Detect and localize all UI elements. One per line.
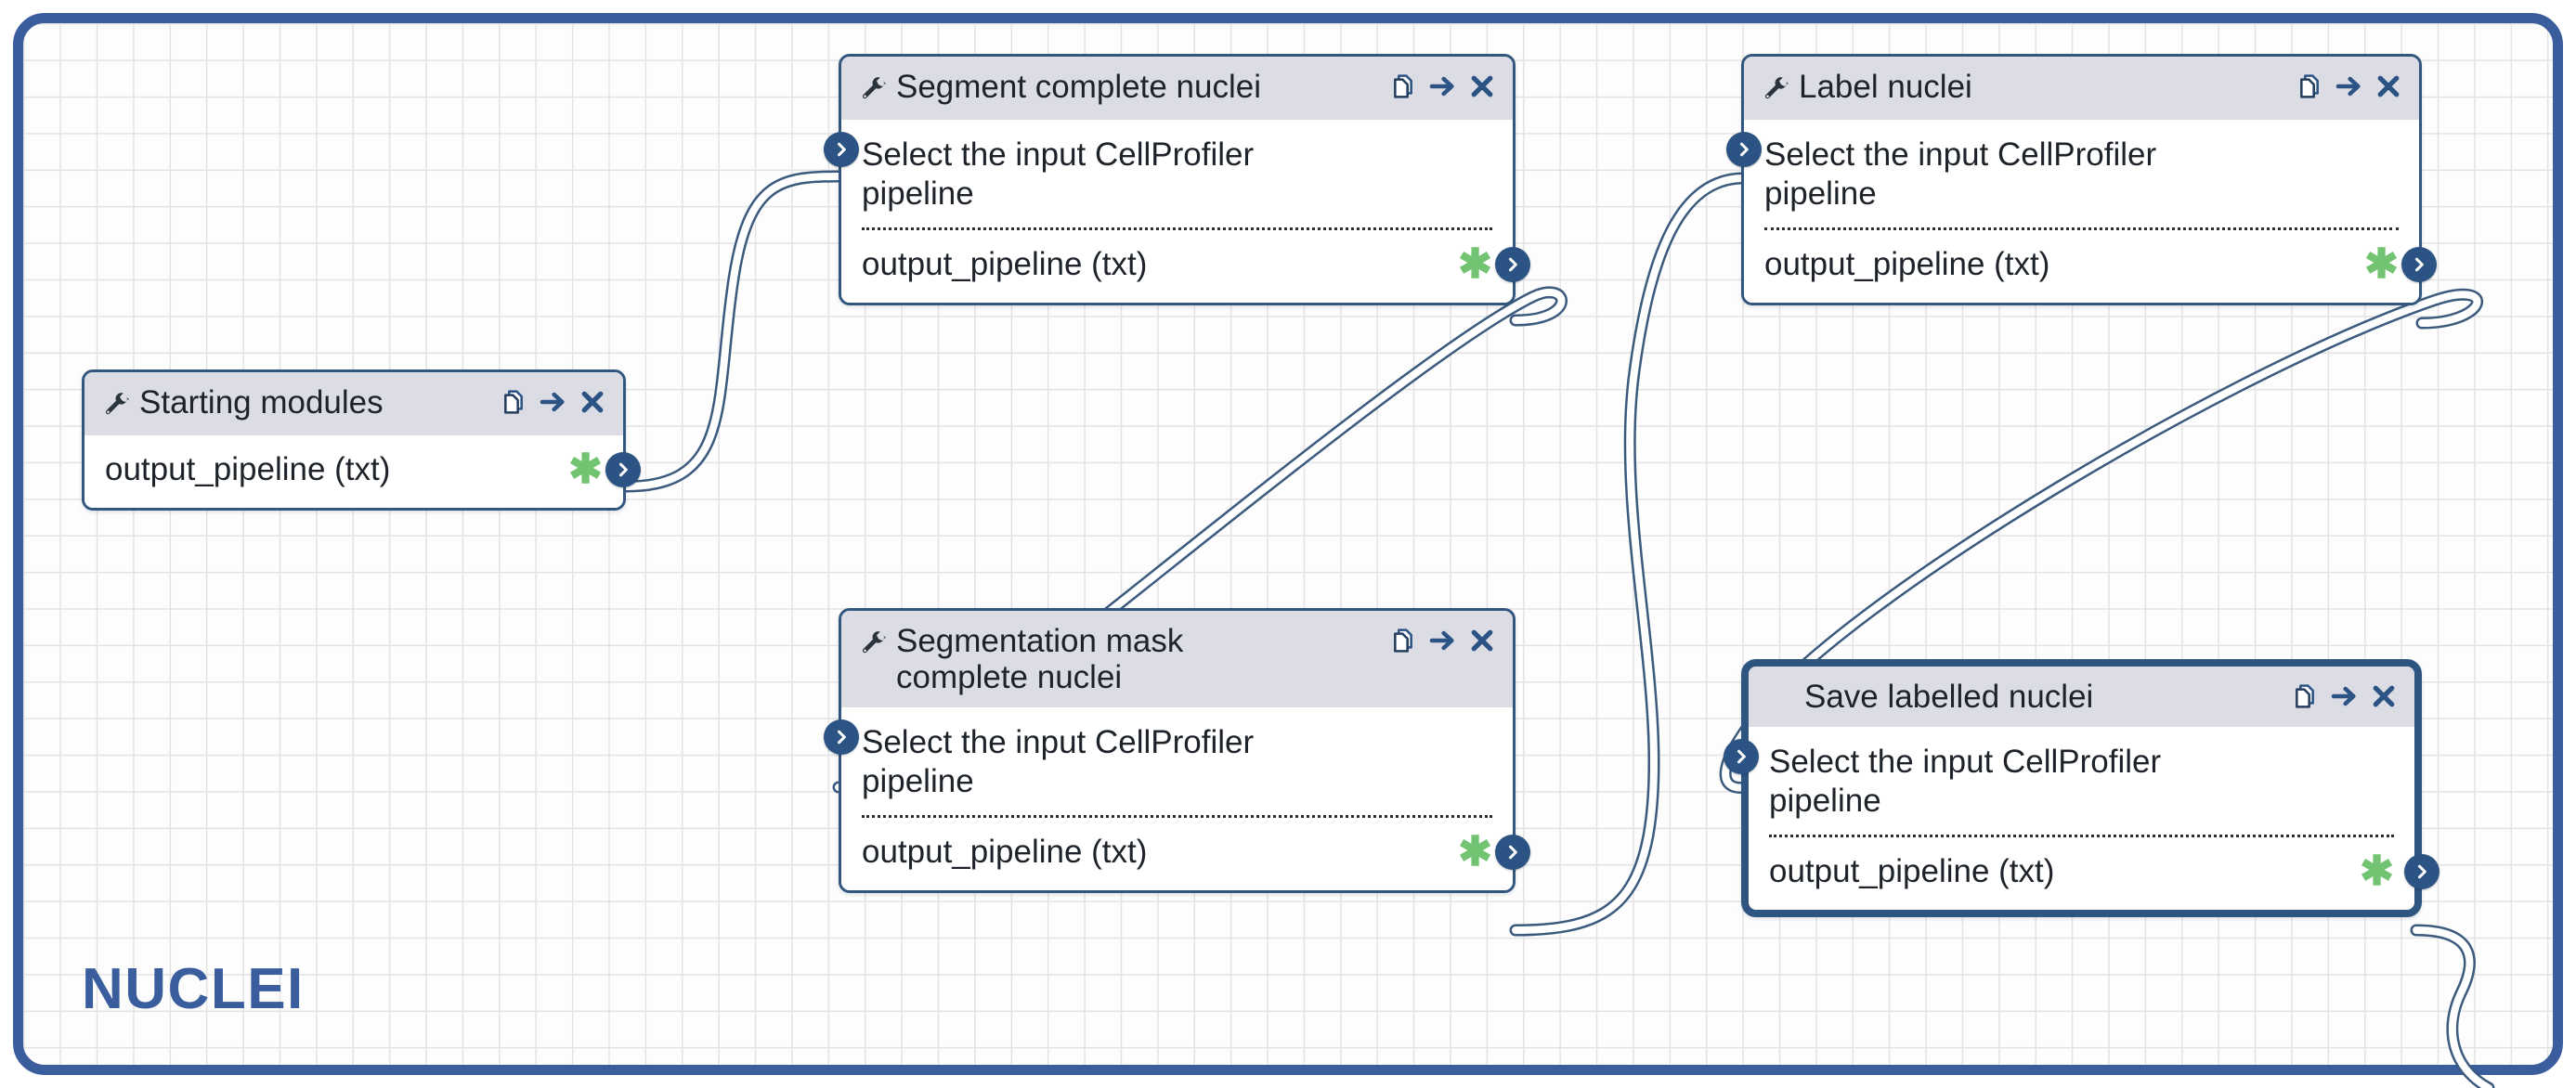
header-actions [1388, 71, 1496, 101]
node-title-wrap: Segment complete nuclei [860, 69, 1379, 108]
output-port-row[interactable]: output_pipeline (txt) ✱ [85, 435, 641, 508]
node-body: Select the input CellProfiler pipeline o… [824, 120, 1530, 303]
duplicate-icon[interactable] [2290, 681, 2320, 711]
header-actions [1388, 626, 1496, 655]
wrench-icon [860, 629, 888, 662]
required-asterisk-icon: ✱ [1458, 829, 1492, 875]
required-asterisk-icon: ✱ [2360, 848, 2394, 894]
node-header[interactable]: Label nuclei [1744, 57, 2419, 120]
required-asterisk-icon: ✱ [2364, 240, 2399, 287]
wrench-icon [1763, 75, 1790, 108]
node-starting-modules[interactable]: Starting modules output_pipeline (txt) ✱ [82, 369, 641, 511]
node-title-wrap: Save labelled nuclei [1767, 679, 2281, 715]
duplicate-icon[interactable] [1388, 626, 1418, 655]
header-actions [2295, 71, 2402, 101]
output-port-row[interactable]: output_pipeline (txt) ✱ [1744, 230, 2437, 303]
close-icon[interactable] [2370, 682, 2398, 710]
node-save-labelled-nuclei[interactable]: Save labelled nuclei Select the input Ce… [1724, 659, 2439, 918]
node-body: output_pipeline (txt) ✱ [85, 435, 641, 508]
node-segment-complete-nuclei[interactable]: Segment complete nuclei Select the input… [824, 54, 1530, 305]
input-port-row[interactable]: Select the input CellProfiler pipeline [1724, 727, 2414, 835]
node-label-nuclei[interactable]: Label nuclei Select the input CellProfil… [1726, 54, 2437, 305]
node-body: Select the input CellProfiler pipeline o… [1724, 727, 2439, 911]
input-port-row[interactable]: Select the input CellProfiler pipeline [824, 707, 1513, 815]
header-actions [499, 387, 606, 417]
output-port-row[interactable]: output_pipeline (txt) ✱ [1749, 837, 2439, 910]
output-port-label: output_pipeline (txt) [1769, 853, 2055, 890]
node-header[interactable]: Save labelled nuclei [1749, 667, 2414, 728]
input-port-icon[interactable] [1726, 132, 1762, 167]
group-title-nuclei: NUCLEI [82, 957, 305, 1021]
wrench-icon [103, 391, 131, 423]
required-asterisk-icon: ✱ [568, 446, 603, 492]
output-port-icon[interactable] [2404, 854, 2439, 890]
input-port-icon[interactable] [824, 132, 859, 167]
input-port-icon[interactable] [1724, 739, 1759, 775]
node-body: Select the input CellProfiler pipeline o… [824, 707, 1530, 891]
node-body: Select the input CellProfiler pipeline o… [1726, 120, 2437, 303]
arrow-right-icon[interactable] [539, 387, 568, 417]
wrench-icon [860, 75, 888, 108]
node-title-wrap: Starting modules [103, 384, 489, 423]
close-icon[interactable] [2374, 72, 2402, 100]
node-header[interactable]: Starting modules [85, 372, 623, 435]
output-port-label: output_pipeline (txt) [105, 451, 391, 487]
output-port-icon[interactable] [1495, 247, 1530, 282]
node-title: Save labelled nuclei [1804, 679, 2094, 715]
close-icon[interactable] [1468, 627, 1496, 654]
node-title-wrap: Label nuclei [1763, 69, 2285, 108]
required-asterisk-icon: ✱ [1458, 240, 1492, 287]
node-title: Segment complete nuclei [896, 69, 1261, 105]
node-header[interactable]: Segment complete nuclei [841, 57, 1513, 120]
input-port-icon[interactable] [824, 719, 859, 756]
node-title-wrap: Segmentation mask complete nuclei [860, 623, 1379, 695]
output-port-label: output_pipeline (txt) [862, 834, 1148, 871]
close-icon[interactable] [579, 388, 606, 416]
header-actions [2290, 681, 2398, 711]
workflow-canvas[interactable]: NUCLEI .pipe-outer { fill:none; stroke:#… [0, 0, 2576, 1088]
output-port-icon[interactable] [2401, 247, 2437, 282]
output-port-label: output_pipeline (txt) [862, 246, 1148, 282]
output-port-row[interactable]: output_pipeline (txt) ✱ [841, 818, 1530, 890]
input-port-row[interactable]: Select the input CellProfiler pipeline [1726, 120, 2419, 227]
input-port-row[interactable]: Select the input CellProfiler pipeline [824, 120, 1513, 227]
duplicate-icon[interactable] [2295, 71, 2324, 101]
arrow-right-icon[interactable] [2330, 681, 2360, 711]
duplicate-icon[interactable] [1388, 71, 1418, 101]
input-port-label: Select the input CellProfiler pipeline [1764, 136, 2157, 212]
input-port-label: Select the input CellProfiler pipeline [862, 724, 1255, 800]
node-title: Label nuclei [1799, 69, 1972, 105]
node-title: Starting modules [139, 384, 384, 421]
arrow-right-icon[interactable] [1428, 71, 1458, 101]
node-header[interactable]: Segmentation mask complete nuclei [841, 611, 1513, 708]
arrow-right-icon[interactable] [1428, 626, 1458, 655]
close-icon[interactable] [1468, 72, 1496, 100]
node-title: Segmentation mask complete nuclei [896, 623, 1184, 696]
node-segmentation-mask-complete-nuclei[interactable]: Segmentation mask complete nuclei Select… [824, 608, 1530, 894]
output-port-icon[interactable] [605, 452, 641, 487]
duplicate-icon[interactable] [499, 387, 528, 417]
input-port-label: Select the input CellProfiler pipeline [1769, 744, 2162, 820]
input-port-label: Select the input CellProfiler pipeline [862, 136, 1255, 212]
output-port-row[interactable]: output_pipeline (txt) ✱ [841, 230, 1530, 303]
output-port-label: output_pipeline (txt) [1764, 246, 2050, 282]
arrow-right-icon[interactable] [2335, 71, 2364, 101]
